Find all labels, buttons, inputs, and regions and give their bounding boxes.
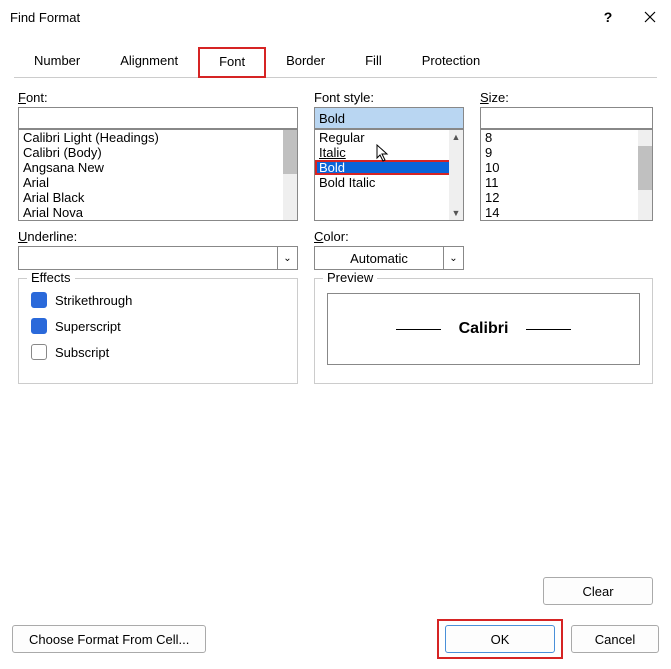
- list-item[interactable]: Regular: [315, 130, 463, 145]
- font-input[interactable]: [18, 107, 298, 129]
- help-button[interactable]: ?: [587, 0, 629, 34]
- scrollbar[interactable]: [638, 130, 652, 220]
- scroll-thumb[interactable]: [283, 130, 297, 174]
- checkbox-label: Superscript: [55, 319, 121, 334]
- list-item[interactable]: Arial Black: [19, 190, 297, 205]
- preview-box: Calibri: [327, 293, 640, 365]
- preview-legend: Preview: [323, 270, 377, 285]
- clear-button[interactable]: Clear: [543, 577, 653, 605]
- tab-number[interactable]: Number: [14, 47, 100, 78]
- scrollbar[interactable]: [283, 130, 297, 220]
- color-combo[interactable]: Automatic ⌄: [314, 246, 464, 270]
- preview-group: Preview Calibri: [314, 278, 653, 384]
- effects-group: Effects Strikethrough Superscript Subscr…: [18, 278, 298, 384]
- list-item[interactable]: 11: [481, 175, 652, 190]
- checkbox-icon: [31, 318, 47, 334]
- close-button[interactable]: [629, 0, 671, 34]
- scrollbar[interactable]: ▲ ▼: [449, 130, 463, 220]
- tab-fill[interactable]: Fill: [345, 47, 402, 78]
- list-item[interactable]: 14: [481, 205, 652, 220]
- choose-format-button[interactable]: Choose Format From Cell...: [12, 625, 206, 653]
- preview-line: [526, 329, 571, 330]
- subscript-checkbox[interactable]: Subscript: [31, 339, 285, 365]
- list-item[interactable]: 9: [481, 145, 652, 160]
- strikethrough-checkbox[interactable]: Strikethrough: [31, 287, 285, 313]
- checkbox-label: Subscript: [55, 345, 109, 360]
- preview-text: Calibri: [459, 320, 509, 338]
- list-item[interactable]: Calibri (Body): [19, 145, 297, 160]
- list-item[interactable]: Italic: [315, 145, 463, 160]
- scroll-down-icon[interactable]: ▼: [449, 206, 463, 220]
- checkbox-label: Strikethrough: [55, 293, 132, 308]
- list-item-selected[interactable]: Bold: [315, 160, 463, 175]
- ok-highlight: OK: [439, 621, 561, 657]
- ok-button[interactable]: OK: [445, 625, 555, 653]
- list-item[interactable]: 10: [481, 160, 652, 175]
- underline-combo[interactable]: ⌄: [18, 246, 298, 270]
- list-item[interactable]: Bold Italic: [315, 175, 463, 190]
- font-listbox[interactable]: Calibri Light (Headings) Calibri (Body) …: [18, 129, 298, 221]
- size-label: Size:: [480, 90, 653, 105]
- fontstyle-label: Font style:: [314, 90, 464, 105]
- chevron-down-icon[interactable]: ⌄: [277, 247, 297, 269]
- tab-border[interactable]: Border: [266, 47, 345, 78]
- list-item[interactable]: Arial Nova: [19, 205, 297, 220]
- tab-alignment[interactable]: Alignment: [100, 47, 198, 78]
- tab-protection[interactable]: Protection: [402, 47, 501, 78]
- close-icon: [644, 11, 656, 23]
- superscript-checkbox[interactable]: Superscript: [31, 313, 285, 339]
- fontstyle-input[interactable]: [314, 107, 464, 129]
- checkbox-icon: [31, 292, 47, 308]
- preview-line: [396, 329, 441, 330]
- effects-legend: Effects: [27, 270, 75, 285]
- title-bar: Find Format ?: [0, 0, 671, 34]
- color-value: Automatic: [315, 251, 443, 266]
- checkbox-icon: [31, 344, 47, 360]
- color-label: Color:: [314, 229, 464, 244]
- list-item[interactable]: Calibri Light (Headings): [19, 130, 297, 145]
- list-item[interactable]: Arial: [19, 175, 297, 190]
- underline-label: Underline:: [18, 229, 298, 244]
- size-listbox[interactable]: 8 9 10 11 12 14: [480, 129, 653, 221]
- window-title: Find Format: [10, 10, 587, 25]
- tab-bar: Number Alignment Font Border Fill Protec…: [14, 46, 657, 78]
- list-item[interactable]: 12: [481, 190, 652, 205]
- list-item[interactable]: 8: [481, 130, 652, 145]
- size-input[interactable]: [480, 107, 653, 129]
- list-item[interactable]: Angsana New: [19, 160, 297, 175]
- font-label: Font:: [18, 90, 298, 105]
- cancel-button[interactable]: Cancel: [571, 625, 659, 653]
- fontstyle-listbox[interactable]: Regular Italic Bold Bold Italic ▲ ▼: [314, 129, 464, 221]
- scroll-thumb[interactable]: [638, 146, 652, 190]
- chevron-down-icon[interactable]: ⌄: [443, 247, 463, 269]
- scroll-up-icon[interactable]: ▲: [449, 130, 463, 144]
- tab-font[interactable]: Font: [198, 47, 266, 78]
